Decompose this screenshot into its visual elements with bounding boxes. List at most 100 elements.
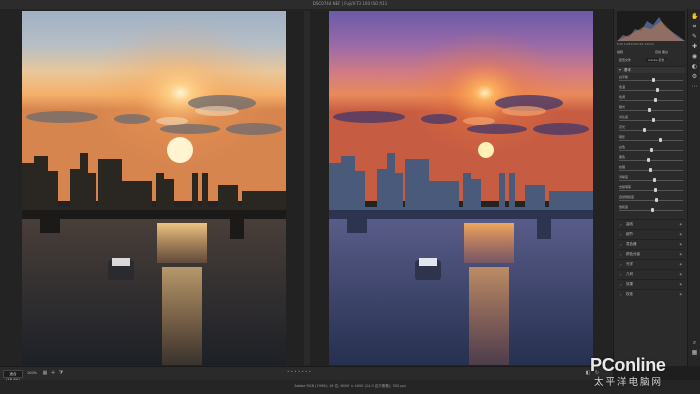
visibility-icon[interactable]: ◉	[679, 250, 682, 259]
slider-label: 对比度	[619, 115, 629, 119]
slider-row[interactable]: 阴影	[617, 135, 685, 143]
chevron-down-icon: ▾	[619, 67, 622, 72]
slider-knob[interactable]	[652, 178, 656, 182]
brush-icon[interactable]: ✎	[691, 33, 698, 40]
slider-knob[interactable]	[652, 78, 655, 82]
divider-handle[interactable]	[304, 11, 310, 365]
slider-track[interactable]	[619, 90, 683, 91]
chevron-right-icon: ›	[620, 282, 622, 287]
panel-tabs: 编辑 自动 黑白	[617, 50, 685, 56]
chevron-right-icon: ›	[620, 222, 622, 227]
visibility-icon[interactable]: ◉	[679, 240, 682, 249]
slider-knob[interactable]	[652, 118, 655, 122]
slider-row[interactable]: 白平衡	[617, 75, 685, 83]
slider-knob[interactable]	[649, 168, 652, 172]
watermark-logo: PConline	[590, 355, 666, 375]
slider-row[interactable]: 高光	[617, 125, 685, 133]
slider-knob[interactable]	[656, 88, 660, 92]
slider-track[interactable]	[619, 110, 683, 111]
section-label: 混色器	[626, 242, 637, 246]
section-collapsed[interactable]: › 颜色分级 ◉	[617, 249, 685, 259]
slider-knob[interactable]	[655, 198, 658, 202]
zoom-select[interactable]: 适合 (18.4%)	[3, 370, 23, 382]
slider-label: 纹理	[619, 165, 626, 169]
visibility-icon[interactable]: ◉	[679, 230, 682, 239]
page-indicator: • • • • • • •	[287, 369, 312, 374]
more-icon[interactable]: ⋯	[691, 83, 698, 90]
settings-icon[interactable]: ⚙	[691, 73, 698, 80]
slider-track[interactable]	[619, 180, 683, 181]
slider-label: 去除薄雾	[619, 185, 632, 189]
chevron-right-icon: ›	[620, 232, 622, 237]
slider-knob[interactable]	[647, 108, 651, 112]
slider-knob[interactable]	[643, 128, 646, 132]
slider-row[interactable]: 曝光	[617, 105, 685, 113]
slider-label: 自然饱和度	[619, 195, 635, 199]
hand-icon[interactable]: ✋	[691, 13, 698, 20]
redeye-icon[interactable]: ◉	[691, 53, 698, 60]
slider-row[interactable]: 白色	[617, 145, 685, 153]
filter-icon[interactable]: ⧩	[58, 370, 64, 376]
slider-knob[interactable]	[646, 158, 650, 162]
slider-track[interactable]	[619, 140, 683, 141]
slider-row[interactable]: 对比度	[617, 115, 685, 123]
tool-strip: ✋ ⌗ ✎ ✚ ◉ ◐ ⚙ ⋯ ⌕ ▦	[687, 9, 700, 366]
section-label: 几何	[626, 272, 633, 276]
fit-100-label[interactable]: 100%	[27, 371, 37, 375]
slider-row[interactable]: 清晰度	[617, 175, 685, 183]
slider-row[interactable]: 纹理	[617, 165, 685, 173]
slider-row[interactable]: 色调	[617, 95, 685, 103]
slider-track[interactable]	[619, 160, 683, 161]
slider-knob[interactable]	[650, 148, 654, 152]
slider-row[interactable]: 去除薄雾	[617, 185, 685, 193]
watermark: PConline 太平洋电脑网	[590, 355, 700, 394]
section-label: 光学	[626, 262, 633, 266]
compare-divider[interactable]	[286, 11, 329, 365]
visibility-icon[interactable]: ◉	[679, 270, 682, 279]
section-label: 细节	[626, 232, 633, 236]
slider-label: 白色	[619, 145, 626, 149]
visibility-icon[interactable]: ◉	[679, 280, 682, 289]
section-collapsed[interactable]: › 几何 ◉	[617, 269, 685, 279]
tab-edit[interactable]: 编辑	[617, 50, 623, 54]
slider-label: 曝光	[619, 105, 626, 109]
section-collapsed[interactable]: › 曲线 ◉	[617, 219, 685, 229]
mask-icon[interactable]: ◐	[691, 63, 698, 70]
slider-row[interactable]: 饱和度	[617, 205, 685, 213]
visibility-icon[interactable]: ◉	[679, 260, 682, 269]
chevron-right-icon: ›	[620, 292, 622, 297]
slider-knob[interactable]	[653, 98, 657, 102]
slider-track[interactable]	[619, 80, 683, 81]
profile-select[interactable]: Adobe 颜色	[646, 58, 667, 62]
crop-icon[interactable]: ⌗	[691, 23, 698, 30]
section-collapsed[interactable]: › 混色器 ◉	[617, 239, 685, 249]
section-collapsed[interactable]: › 细节 ◉	[617, 229, 685, 239]
slider-label: 色调	[619, 95, 626, 99]
window-title: DSC0744.NEF | Fuji/X-T3 100 ISO f/11	[312, 1, 388, 6]
sample-icon[interactable]: ✛	[50, 370, 56, 376]
slider-knob[interactable]	[658, 138, 662, 142]
slider-knob[interactable]	[650, 208, 654, 212]
slider-label: 色温	[619, 85, 626, 89]
slider-row[interactable]: 黑色	[617, 155, 685, 163]
tab-auto-bw[interactable]: 自动 黑白	[655, 50, 668, 54]
section-collapsed[interactable]: › 校准 ◉	[617, 289, 685, 299]
visibility-icon[interactable]: ◉	[679, 290, 682, 299]
slider-track[interactable]	[619, 200, 683, 201]
slider-label: 高光	[619, 125, 626, 129]
watermark-subtitle: 太平洋电脑网	[594, 377, 664, 388]
section-collapsed[interactable]: › 效果 ◉	[617, 279, 685, 289]
slider-track[interactable]	[619, 190, 683, 191]
slider-row[interactable]: 自然饱和度	[617, 195, 685, 203]
slider-row[interactable]: 色温	[617, 85, 685, 93]
zoom-icon[interactable]: ⌕	[691, 339, 698, 346]
slider-track[interactable]	[619, 120, 683, 121]
slider-knob[interactable]	[653, 188, 657, 192]
section-collapsed[interactable]: › 光学 ◉	[617, 259, 685, 269]
slider-track[interactable]	[619, 100, 683, 101]
grid-icon[interactable]: ▦	[42, 370, 48, 376]
heal-icon[interactable]: ✚	[691, 43, 698, 50]
slider-track[interactable]	[619, 130, 683, 131]
visibility-icon[interactable]: ◉	[679, 220, 682, 229]
section-basic[interactable]: ▾ 基本	[617, 66, 685, 73]
